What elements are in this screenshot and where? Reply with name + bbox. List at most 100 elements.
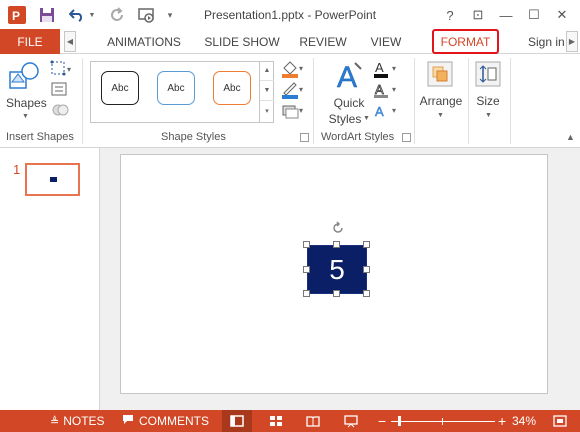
slide-sorter-icon (270, 416, 282, 426)
fit-slide-button[interactable] (550, 410, 570, 432)
wordart-styles-group-label: WordArt Styles (321, 131, 395, 143)
shape-styles-gallery[interactable]: Abc Abc Abc (90, 61, 274, 123)
slide-thumbnail-pane: 1 (0, 148, 100, 410)
svg-text:A: A (337, 61, 357, 93)
normal-view-icon (230, 415, 244, 427)
tab-view[interactable]: VIEW (360, 29, 412, 54)
shape-style-thumb-3[interactable]: Abc (213, 71, 251, 105)
tab-review[interactable]: REVIEW (294, 29, 352, 54)
reading-view-button[interactable] (299, 410, 327, 432)
shapes-button-label[interactable]: Shapes (6, 96, 47, 110)
text-outline-icon[interactable]: A ▾ (372, 81, 400, 99)
arrange-button-label[interactable]: Arrange (416, 94, 466, 108)
rotate-handle-icon[interactable] (331, 221, 345, 235)
tab-file[interactable]: FILE (0, 29, 60, 54)
ribbon: Shapes ▼ ▾ Insert Shapes Abc Abc Abc ▲ ▼… (0, 54, 580, 148)
svg-text:▾: ▾ (392, 64, 396, 73)
resize-handle-top-right[interactable] (363, 241, 370, 248)
notes-icon: ≜ (50, 415, 60, 428)
title-bar: P ▼ ▾ Presentation1.pptx - PowerPoint ? … (0, 0, 580, 30)
size-dropdown-icon[interactable]: ▼ (485, 112, 492, 119)
zoom-in-button[interactable]: + (498, 410, 506, 432)
arrange-dropdown-icon[interactable]: ▼ (437, 112, 444, 119)
svg-text:▾: ▾ (299, 85, 303, 94)
text-fill-icon[interactable]: A ▾ (372, 60, 400, 78)
resize-handle-bottom-right[interactable] (363, 290, 370, 297)
shape-fill-icon[interactable]: ▾ (280, 60, 306, 78)
ribbon-tabs: FILE ◀ ANIMATIONS SLIDE SHOW REVIEW VIEW… (0, 29, 580, 54)
gallery-scroll[interactable]: ▲ ▼ ▾ (259, 61, 274, 123)
group-divider (82, 58, 83, 144)
size-button-label[interactable]: Size (472, 94, 504, 108)
slide-show-icon (344, 414, 358, 427)
maximize-button[interactable]: ☐ (523, 4, 545, 26)
zoom-slider-thumb[interactable] (398, 416, 401, 426)
resize-handle-top[interactable] (333, 241, 340, 248)
zoom-out-button[interactable]: − (378, 410, 386, 432)
group-divider (510, 58, 511, 144)
comments-label: COMMENTS (139, 414, 209, 428)
thumbnail-shape (50, 177, 57, 182)
notes-label: NOTES (63, 414, 105, 428)
shape-effects-icon[interactable]: ▾ (280, 102, 306, 120)
tabs-scroll-left-icon[interactable]: ◀ (64, 31, 76, 52)
resize-handle-bottom[interactable] (333, 290, 340, 297)
window-title: Presentation1.pptx - PowerPoint (203, 8, 377, 22)
shape-style-thumb-1[interactable]: Abc (101, 71, 139, 105)
normal-view-button[interactable] (222, 410, 252, 432)
tab-slide-show[interactable]: SLIDE SHOW (198, 29, 286, 54)
status-bar: ≜ NOTES COMMENTS − + 34% (0, 410, 580, 432)
group-divider (414, 58, 415, 144)
resize-handle-bottom-left[interactable] (303, 290, 310, 297)
gallery-more-icon[interactable]: ▾ (260, 101, 274, 121)
comments-button[interactable]: COMMENTS (122, 410, 209, 432)
shape-styles-group-label: Shape Styles (161, 131, 226, 143)
text-effects-icon[interactable]: A ▾ (372, 102, 400, 120)
close-button[interactable]: ✕ (551, 4, 573, 26)
tab-animations[interactable]: ANIMATIONS (96, 29, 192, 54)
shape-styles-launcher-icon[interactable] (300, 133, 309, 142)
resize-handle-left[interactable] (303, 266, 310, 273)
svg-text:▾: ▾ (299, 106, 303, 115)
minimize-button[interactable]: — (495, 4, 517, 26)
wordart-styles-launcher-icon[interactable] (402, 133, 411, 142)
arrange-icon[interactable] (426, 60, 454, 90)
quick-styles-icon[interactable]: A (335, 59, 365, 94)
gallery-down-icon[interactable]: ▼ (260, 81, 274, 101)
slide-thumbnail[interactable] (25, 163, 80, 196)
svg-text:▾: ▾ (299, 64, 303, 73)
zoom-slider-track[interactable] (391, 421, 495, 422)
svg-text:A: A (375, 82, 384, 97)
quick-styles-label-line2[interactable]: Styles (323, 112, 367, 126)
slide-show-button[interactable] (337, 410, 365, 432)
comment-icon (122, 414, 134, 428)
zoom-level[interactable]: 34% (512, 410, 536, 432)
slide-sorter-button[interactable] (262, 410, 290, 432)
workspace: 1 (0, 148, 580, 410)
help-button[interactable]: ? (439, 4, 461, 26)
fit-to-window-icon (553, 415, 567, 427)
text-box-icon[interactable] (50, 81, 74, 99)
tab-format[interactable]: FORMAT (432, 29, 499, 54)
svg-text:▾: ▾ (67, 65, 71, 74)
insert-shapes-group-label: Insert Shapes (6, 131, 74, 143)
shape-style-thumb-2[interactable]: Abc (157, 71, 195, 105)
collapse-ribbon-icon[interactable]: ▲ (566, 132, 575, 142)
notes-button[interactable]: ≜ NOTES (50, 410, 105, 432)
quick-styles-dropdown-icon[interactable]: ▼ (363, 115, 370, 122)
size-icon[interactable] (474, 60, 502, 90)
shapes-gallery-icon[interactable] (8, 60, 42, 94)
quick-styles-label-line1[interactable]: Quick (327, 96, 371, 110)
svg-text:A: A (375, 60, 384, 75)
ribbon-display-options-button[interactable]: ⊡ (467, 4, 489, 26)
edit-shape-icon[interactable]: ▾ (50, 60, 74, 78)
resize-handle-top-left[interactable] (303, 241, 310, 248)
svg-text:A: A (375, 104, 384, 119)
gallery-up-icon[interactable]: ▲ (260, 61, 274, 81)
selected-shape[interactable]: 5 (307, 245, 367, 294)
shapes-dropdown-icon[interactable]: ▼ (22, 113, 29, 120)
merge-shapes-icon[interactable] (50, 102, 74, 120)
resize-handle-right[interactable] (363, 266, 370, 273)
tabs-scroll-right-icon[interactable]: ▶ (566, 31, 578, 52)
shape-outline-icon[interactable]: ▾ (280, 81, 306, 99)
